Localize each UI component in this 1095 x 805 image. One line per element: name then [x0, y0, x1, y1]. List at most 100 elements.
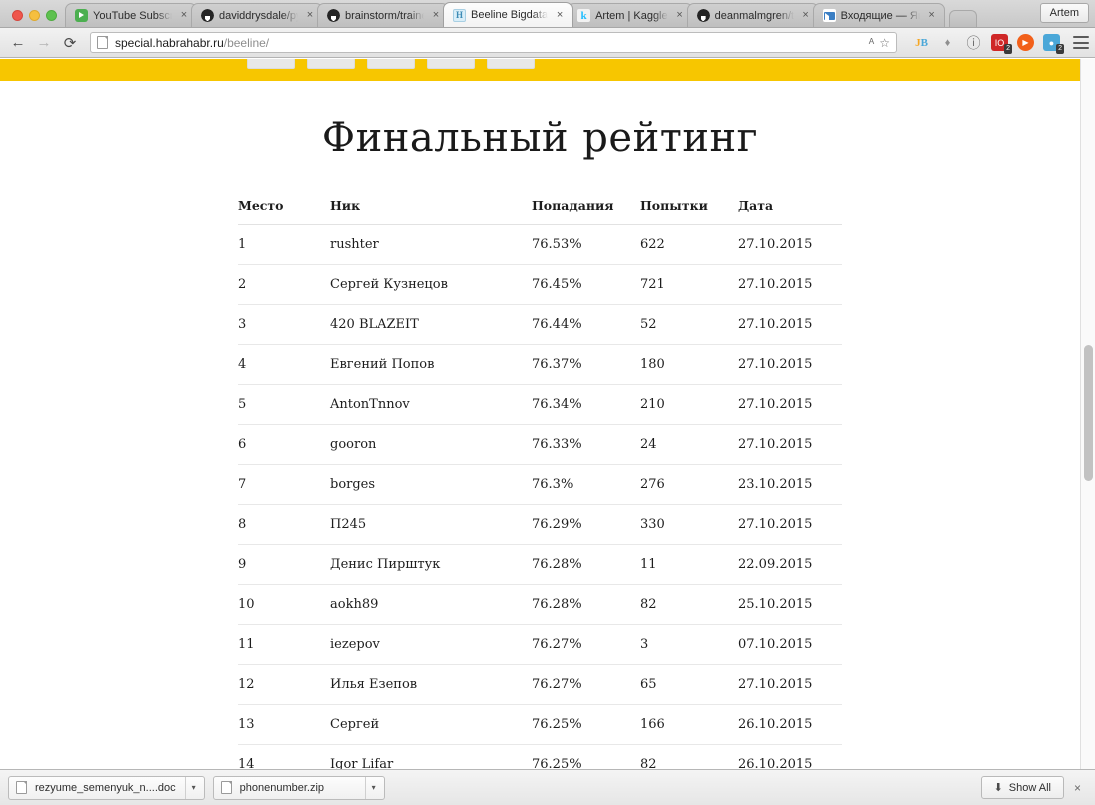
cell-nick: 420 BLAZEIT [330, 304, 532, 345]
translate-icon[interactable]: ᴬ [869, 36, 874, 50]
site-nav-button-1[interactable] [247, 59, 295, 69]
cell-date: 27.10.2015 [738, 504, 842, 545]
close-icon[interactable]: × [926, 10, 938, 22]
chevron-down-icon[interactable]: ▾ [364, 776, 382, 799]
download-item-phonenumber[interactable]: phonenumber.zip ▾ [212, 775, 385, 800]
table-header: Место Ник Попадания Попытки Дата [238, 189, 842, 225]
close-window-button[interactable] [12, 10, 23, 21]
cell-hits: 76.28% [532, 584, 640, 625]
cell-tries: 82 [640, 584, 738, 625]
table-row: 12 Илья Езепов 76.27% 65 27.10.2015 [238, 664, 842, 705]
cell-tries: 721 [640, 264, 738, 305]
cell-date: 23.10.2015 [738, 464, 842, 505]
table-row: 8 П245 76.29% 330 27.10.2015 [238, 504, 842, 545]
tab-title: Beeline Bigdata [471, 9, 549, 21]
close-icon[interactable]: × [674, 10, 686, 22]
cell-place: 7 [238, 464, 330, 505]
browser-window: YouTube Subscriptions × daviddrysdale/py… [0, 0, 1095, 805]
column-header-place: Место [238, 189, 330, 225]
cell-place: 2 [238, 264, 330, 305]
browser-tab-youtube[interactable]: YouTube Subscriptions × [65, 3, 197, 27]
page-title: Финальный рейтинг [321, 115, 759, 161]
cell-hits: 76.3% [532, 464, 640, 505]
close-icon[interactable]: × [430, 10, 442, 22]
table-row: 5 AntonTnnov 76.34% 210 27.10.2015 [238, 384, 842, 425]
close-icon[interactable]: × [800, 10, 812, 22]
cell-date: 26.10.2015 [738, 744, 842, 769]
chevron-down-icon[interactable]: ▾ [184, 776, 202, 799]
url-domain: special.habrahabr.ru [115, 35, 224, 50]
show-all-downloads-button[interactable]: ⬇ Show All [980, 776, 1064, 799]
maximize-window-button[interactable] [46, 10, 57, 21]
column-header-date: Дата [738, 189, 842, 225]
cell-tries: 276 [640, 464, 738, 505]
info-icon[interactable]: ⓘ [965, 34, 982, 51]
close-icon[interactable]: × [304, 10, 316, 22]
browser-tab-daviddrysdale[interactable]: daviddrysdale/python- × [191, 3, 323, 27]
site-nav-button-3[interactable] [367, 59, 415, 69]
page-viewport: Финальный рейтинг Место Ник Попадания По… [0, 59, 1095, 769]
new-tab-button[interactable] [948, 10, 977, 27]
menu-icon[interactable] [1073, 36, 1089, 49]
cell-nick: borges [330, 464, 532, 505]
reload-icon[interactable]: ⟳ [58, 31, 82, 55]
scrollbar-thumb[interactable] [1084, 345, 1093, 481]
github-icon [201, 9, 214, 22]
cell-hits: 76.25% [532, 704, 640, 745]
cell-date: 26.10.2015 [738, 704, 842, 745]
cell-tries: 330 [640, 504, 738, 545]
download-bar: rezyume_semenyuk_n....doc ▾ phonenumber.… [0, 769, 1095, 805]
cell-tries: 3 [640, 624, 738, 665]
page-content: Финальный рейтинг Место Ник Попадания По… [0, 81, 1080, 769]
document-file-icon [16, 781, 27, 794]
cell-date: 22.09.2015 [738, 544, 842, 585]
pocket-badge: 2 [1004, 44, 1012, 54]
site-nav-button-5[interactable] [487, 59, 535, 69]
cell-nick: Igor Lifar [330, 744, 532, 769]
cell-place: 4 [238, 344, 330, 385]
url-path: /beeline/ [223, 35, 270, 50]
table-row: 1 rushter 76.53% 622 27.10.2015 [238, 224, 842, 265]
evernote-icon[interactable]: ♦ [939, 34, 956, 51]
site-nav-button-4[interactable] [427, 59, 475, 69]
cell-place: 9 [238, 544, 330, 585]
close-download-bar-icon[interactable]: × [1074, 781, 1087, 795]
cell-tries: 11 [640, 544, 738, 585]
profile-button[interactable]: Artem [1039, 3, 1089, 23]
tab-title: daviddrysdale/python- [219, 9, 298, 22]
cell-tries: 622 [640, 224, 738, 265]
download-filename: rezyume_semenyuk_n....doc [35, 781, 176, 794]
table-row: 9 Денис Пирштук 76.28% 11 22.09.2015 [238, 544, 842, 585]
cell-place: 6 [238, 424, 330, 465]
ghostery-icon[interactable]: ● 2 [1043, 34, 1064, 54]
address-bar[interactable]: special.habrahabr.ru /beeline/ ᴬ ☆ [90, 32, 897, 53]
page-scrollbar[interactable] [1080, 59, 1095, 769]
browser-tab-beeline-bigdata[interactable]: H Beeline Bigdata × [443, 2, 574, 27]
play-icon[interactable]: ▶ [1017, 34, 1034, 51]
cell-place: 8 [238, 504, 330, 545]
browser-tab-deanmalmgren-textract[interactable]: deanmalmgren/textract × [686, 3, 819, 27]
show-all-label: Show All [1008, 781, 1051, 794]
close-icon[interactable]: × [178, 10, 190, 22]
cell-tries: 166 [640, 704, 738, 745]
forward-icon[interactable]: → [32, 31, 56, 55]
back-icon[interactable]: ← [6, 31, 30, 55]
cell-hits: 76.37% [532, 344, 640, 385]
table-row: 6 gooron 76.33% 24 27.10.2015 [238, 424, 842, 465]
extension-toolbar: JB ♦ ⓘ IO 2 ▶ ● 2 [905, 34, 1089, 54]
cell-date: 27.10.2015 [738, 344, 842, 385]
pocket-icon[interactable]: IO 2 [991, 34, 1012, 54]
column-header-tries: Попытки [640, 189, 738, 225]
jetbrains-icon[interactable]: JB [913, 34, 930, 51]
minimize-window-button[interactable] [29, 10, 40, 21]
site-nav-button-2[interactable] [307, 59, 355, 69]
tab-title: brainstorm/trainer.py [345, 9, 424, 22]
close-icon[interactable]: × [554, 9, 566, 21]
browser-tab-artem-kaggle[interactable]: k Artem | Kaggle × [567, 3, 693, 27]
download-item-rezyume[interactable]: rezyume_semenyuk_n....doc ▾ [8, 775, 205, 800]
cell-nick: Сергей Кузнецов [330, 264, 532, 305]
page-document-icon [97, 36, 108, 49]
browser-tab-yandex-mail[interactable]: Входящие — Яндекс × [812, 3, 945, 27]
bookmark-star-icon[interactable]: ☆ [879, 36, 890, 50]
browser-tab-brainstorm-trainer[interactable]: brainstorm/trainer.py × [317, 3, 449, 27]
